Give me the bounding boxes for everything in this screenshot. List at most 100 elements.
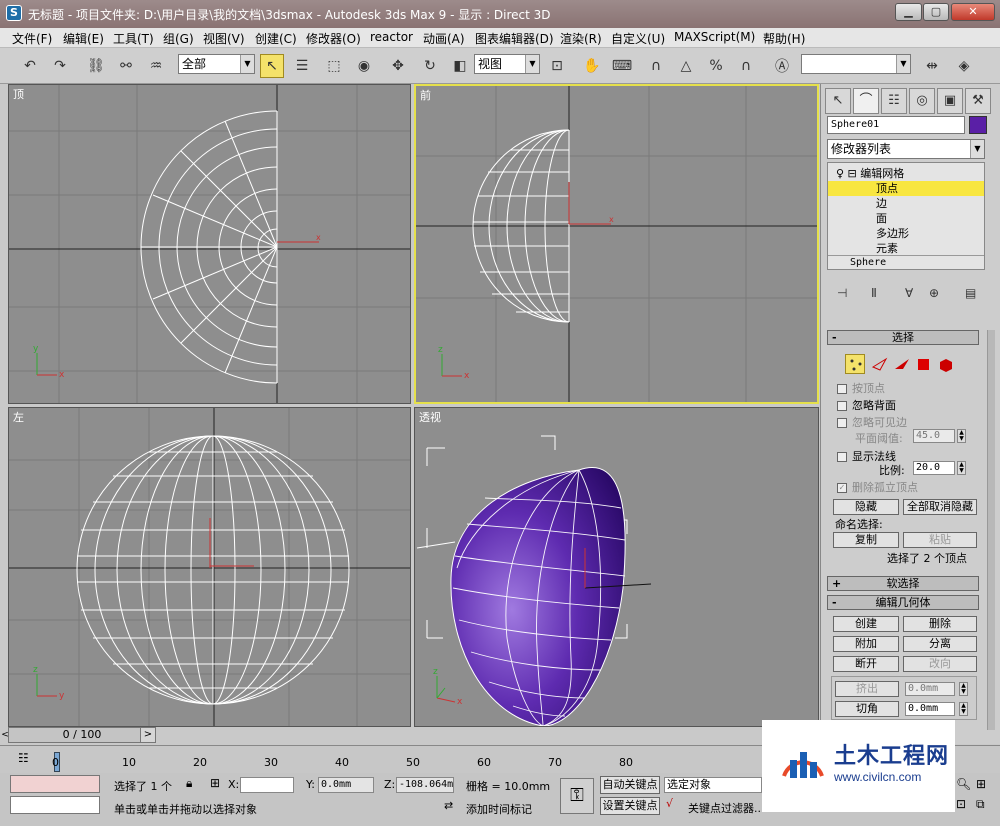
hierarchy-tab-icon[interactable]: ☷ <box>881 88 907 114</box>
key-filters-button[interactable]: 关键点过滤器... <box>688 800 765 816</box>
copy-button[interactable]: 复制 <box>833 532 899 548</box>
viewport-left[interactable]: z y 左 <box>8 407 411 727</box>
attach-button[interactable]: 附加 <box>833 636 899 652</box>
set-key-icon[interactable]: ⚿ <box>560 778 594 814</box>
select-manipulate-icon[interactable]: ✋ <box>580 54 604 78</box>
ignore-visible-edges-checkbox[interactable]: 忽略可见边 <box>837 414 907 430</box>
menu-modifiers[interactable]: 修改器(O) <box>306 30 361 47</box>
menu-help[interactable]: 帮助(H) <box>763 30 805 47</box>
x-coordinate-field[interactable] <box>240 777 294 793</box>
time-slider[interactable]: < 0 / 100 <box>1 727 156 743</box>
stack-item-vertex[interactable]: 顶点 <box>828 181 984 196</box>
absolute-mode-icon[interactable]: ⊞ <box>210 776 220 790</box>
extrude-button[interactable]: 挤出 <box>835 681 899 697</box>
maximize-button[interactable]: ▢ <box>923 3 949 21</box>
chamfer-spinner[interactable]: 0.0mm <box>905 702 955 716</box>
viewport-label-front[interactable]: 前 <box>420 87 431 103</box>
rotate-icon[interactable]: ↻ <box>418 54 442 78</box>
object-color-swatch[interactable] <box>969 116 987 134</box>
bind-space-warp-icon[interactable]: ♒ <box>144 54 168 78</box>
object-name-field[interactable]: Sphere01 <box>827 116 965 134</box>
planar-threshold-spinner[interactable]: 45.0 <box>913 429 955 443</box>
menu-views[interactable]: 视图(V) <box>203 30 245 47</box>
auto-key-button[interactable]: 自动关键点 <box>600 776 660 794</box>
break-button[interactable]: 断开 <box>833 656 899 672</box>
align-icon[interactable]: ◈ <box>952 54 976 78</box>
face-mode-icon[interactable] <box>891 354 911 374</box>
hide-button[interactable]: 隐藏 <box>833 499 899 515</box>
selection-filter-dropdown[interactable]: 全部 ▼ <box>178 54 255 74</box>
y-coordinate-field[interactable]: 0.0mm <box>318 777 374 793</box>
viewport-perspective[interactable]: z x 透视 <box>414 407 819 727</box>
menu-animation[interactable]: 动画(A) <box>423 30 465 47</box>
viewport-label-perspective[interactable]: 透视 <box>419 409 441 425</box>
selection-rollout-header[interactable]: - 选择 <box>827 330 979 345</box>
mini-curve-editor-icon[interactable]: ☷ <box>18 751 38 769</box>
add-time-tag-icon[interactable]: ⇄ <box>444 799 453 812</box>
menu-create[interactable]: 创建(C) <box>255 30 297 47</box>
normal-scale-spinner[interactable]: 20.0 <box>913 461 955 475</box>
window-crossing-icon[interactable]: ◉ <box>352 54 376 78</box>
vertex-mode-icon[interactable] <box>845 354 865 374</box>
select-link-icon[interactable]: ⛓ <box>84 54 108 78</box>
z-coordinate-field[interactable]: -108.064m <box>396 777 454 793</box>
viewport-top[interactable]: x y x 顶 <box>8 84 411 404</box>
menu-rendering[interactable]: 渲染(R) <box>560 30 602 47</box>
chamfer-button[interactable]: 切角 <box>835 701 899 717</box>
unlink-icon[interactable]: ⚯ <box>114 54 138 78</box>
extrude-arrows[interactable]: ▲ ▼ <box>959 682 968 696</box>
spinner-snap-icon[interactable]: ∩ <box>734 54 758 78</box>
by-vertex-checkbox[interactable]: 按顶点 <box>837 380 885 396</box>
pin-stack-icon[interactable]: ⊣ <box>837 286 847 300</box>
key-filters-curve-icon[interactable]: √ <box>666 797 673 810</box>
modifier-list-dropdown[interactable]: 修改器列表 ▼ <box>827 139 985 159</box>
edge-mode-icon[interactable] <box>869 354 889 374</box>
chamfer-arrows[interactable]: ▲ ▼ <box>959 702 968 716</box>
utilities-tab-icon[interactable]: ⚒ <box>965 88 991 114</box>
zoom-icon[interactable]: 🔍︎ <box>956 777 971 791</box>
undo-icon[interactable]: ↶ <box>18 54 42 78</box>
command-panel-scrollbar[interactable] <box>987 330 995 730</box>
menu-maxscript[interactable]: MAXScript(M) <box>674 30 755 44</box>
turn-button[interactable]: 改向 <box>903 656 977 672</box>
reference-coordinate-dropdown[interactable]: 视图 ▼ <box>474 54 540 74</box>
delete-isolated-checkbox[interactable]: ✓ 删除孤立顶点 <box>837 479 918 495</box>
zoom-extents-icon[interactable]: ⊡ <box>956 797 966 811</box>
menu-tools[interactable]: 工具(T) <box>113 30 154 47</box>
viewport-label-left[interactable]: 左 <box>13 409 24 425</box>
viewport-front[interactable]: x z x 前 <box>414 84 819 404</box>
edit-geometry-rollout-header[interactable]: - 编辑几何体 <box>827 595 979 610</box>
scale-icon[interactable]: ◧ <box>448 54 472 78</box>
create-button[interactable]: 创建 <box>833 616 899 632</box>
stack-item-element[interactable]: 元素 <box>828 241 984 256</box>
angle-snap-icon[interactable]: △ <box>674 54 698 78</box>
menu-reactor[interactable]: reactor <box>370 30 413 44</box>
create-tab-icon[interactable]: ↖ <box>825 88 851 114</box>
pivot-center-icon[interactable]: ⊡ <box>545 54 569 78</box>
unhide-all-button[interactable]: 全部取消隐藏 <box>903 499 977 515</box>
menu-edit[interactable]: 编辑(E) <box>63 30 104 47</box>
display-tab-icon[interactable]: ▣ <box>937 88 963 114</box>
snaps-toggle-icon[interactable]: ∩ <box>644 54 668 78</box>
stack-item-edit-mesh[interactable]: ♀ ⊟ 编辑网格 <box>828 166 984 181</box>
make-unique-icon[interactable]: ∀ <box>905 286 913 300</box>
mirror-icon[interactable]: ⇹ <box>920 54 944 78</box>
stack-item-polygon[interactable]: 多边形 <box>828 226 984 241</box>
named-selection-dropdown[interactable]: ▼ <box>801 54 911 74</box>
zoom-extents-all-icon[interactable]: ⧉ <box>976 797 985 812</box>
delete-button[interactable]: 删除 <box>903 616 977 632</box>
select-by-name-icon[interactable]: ☰ <box>290 54 314 78</box>
close-button[interactable]: ✕ <box>951 3 995 21</box>
stack-item-base-object[interactable]: Sphere <box>828 255 984 270</box>
stack-item-edge[interactable]: 边 <box>828 196 984 211</box>
detach-button[interactable]: 分离 <box>903 636 977 652</box>
menu-group[interactable]: 组(G) <box>163 30 194 47</box>
selection-lock-icon[interactable]: 🔒︎ <box>186 776 192 791</box>
element-mode-icon[interactable] <box>935 354 955 374</box>
percent-snap-icon[interactable]: % <box>704 54 728 78</box>
polygon-mode-icon[interactable] <box>913 354 933 374</box>
soft-selection-rollout-header[interactable]: + 软选择 <box>827 576 979 591</box>
time-prev-icon[interactable]: < <box>0 728 11 742</box>
zoom-all-icon[interactable]: ⊞ <box>976 777 986 791</box>
menu-file[interactable]: 文件(F) <box>12 30 52 47</box>
